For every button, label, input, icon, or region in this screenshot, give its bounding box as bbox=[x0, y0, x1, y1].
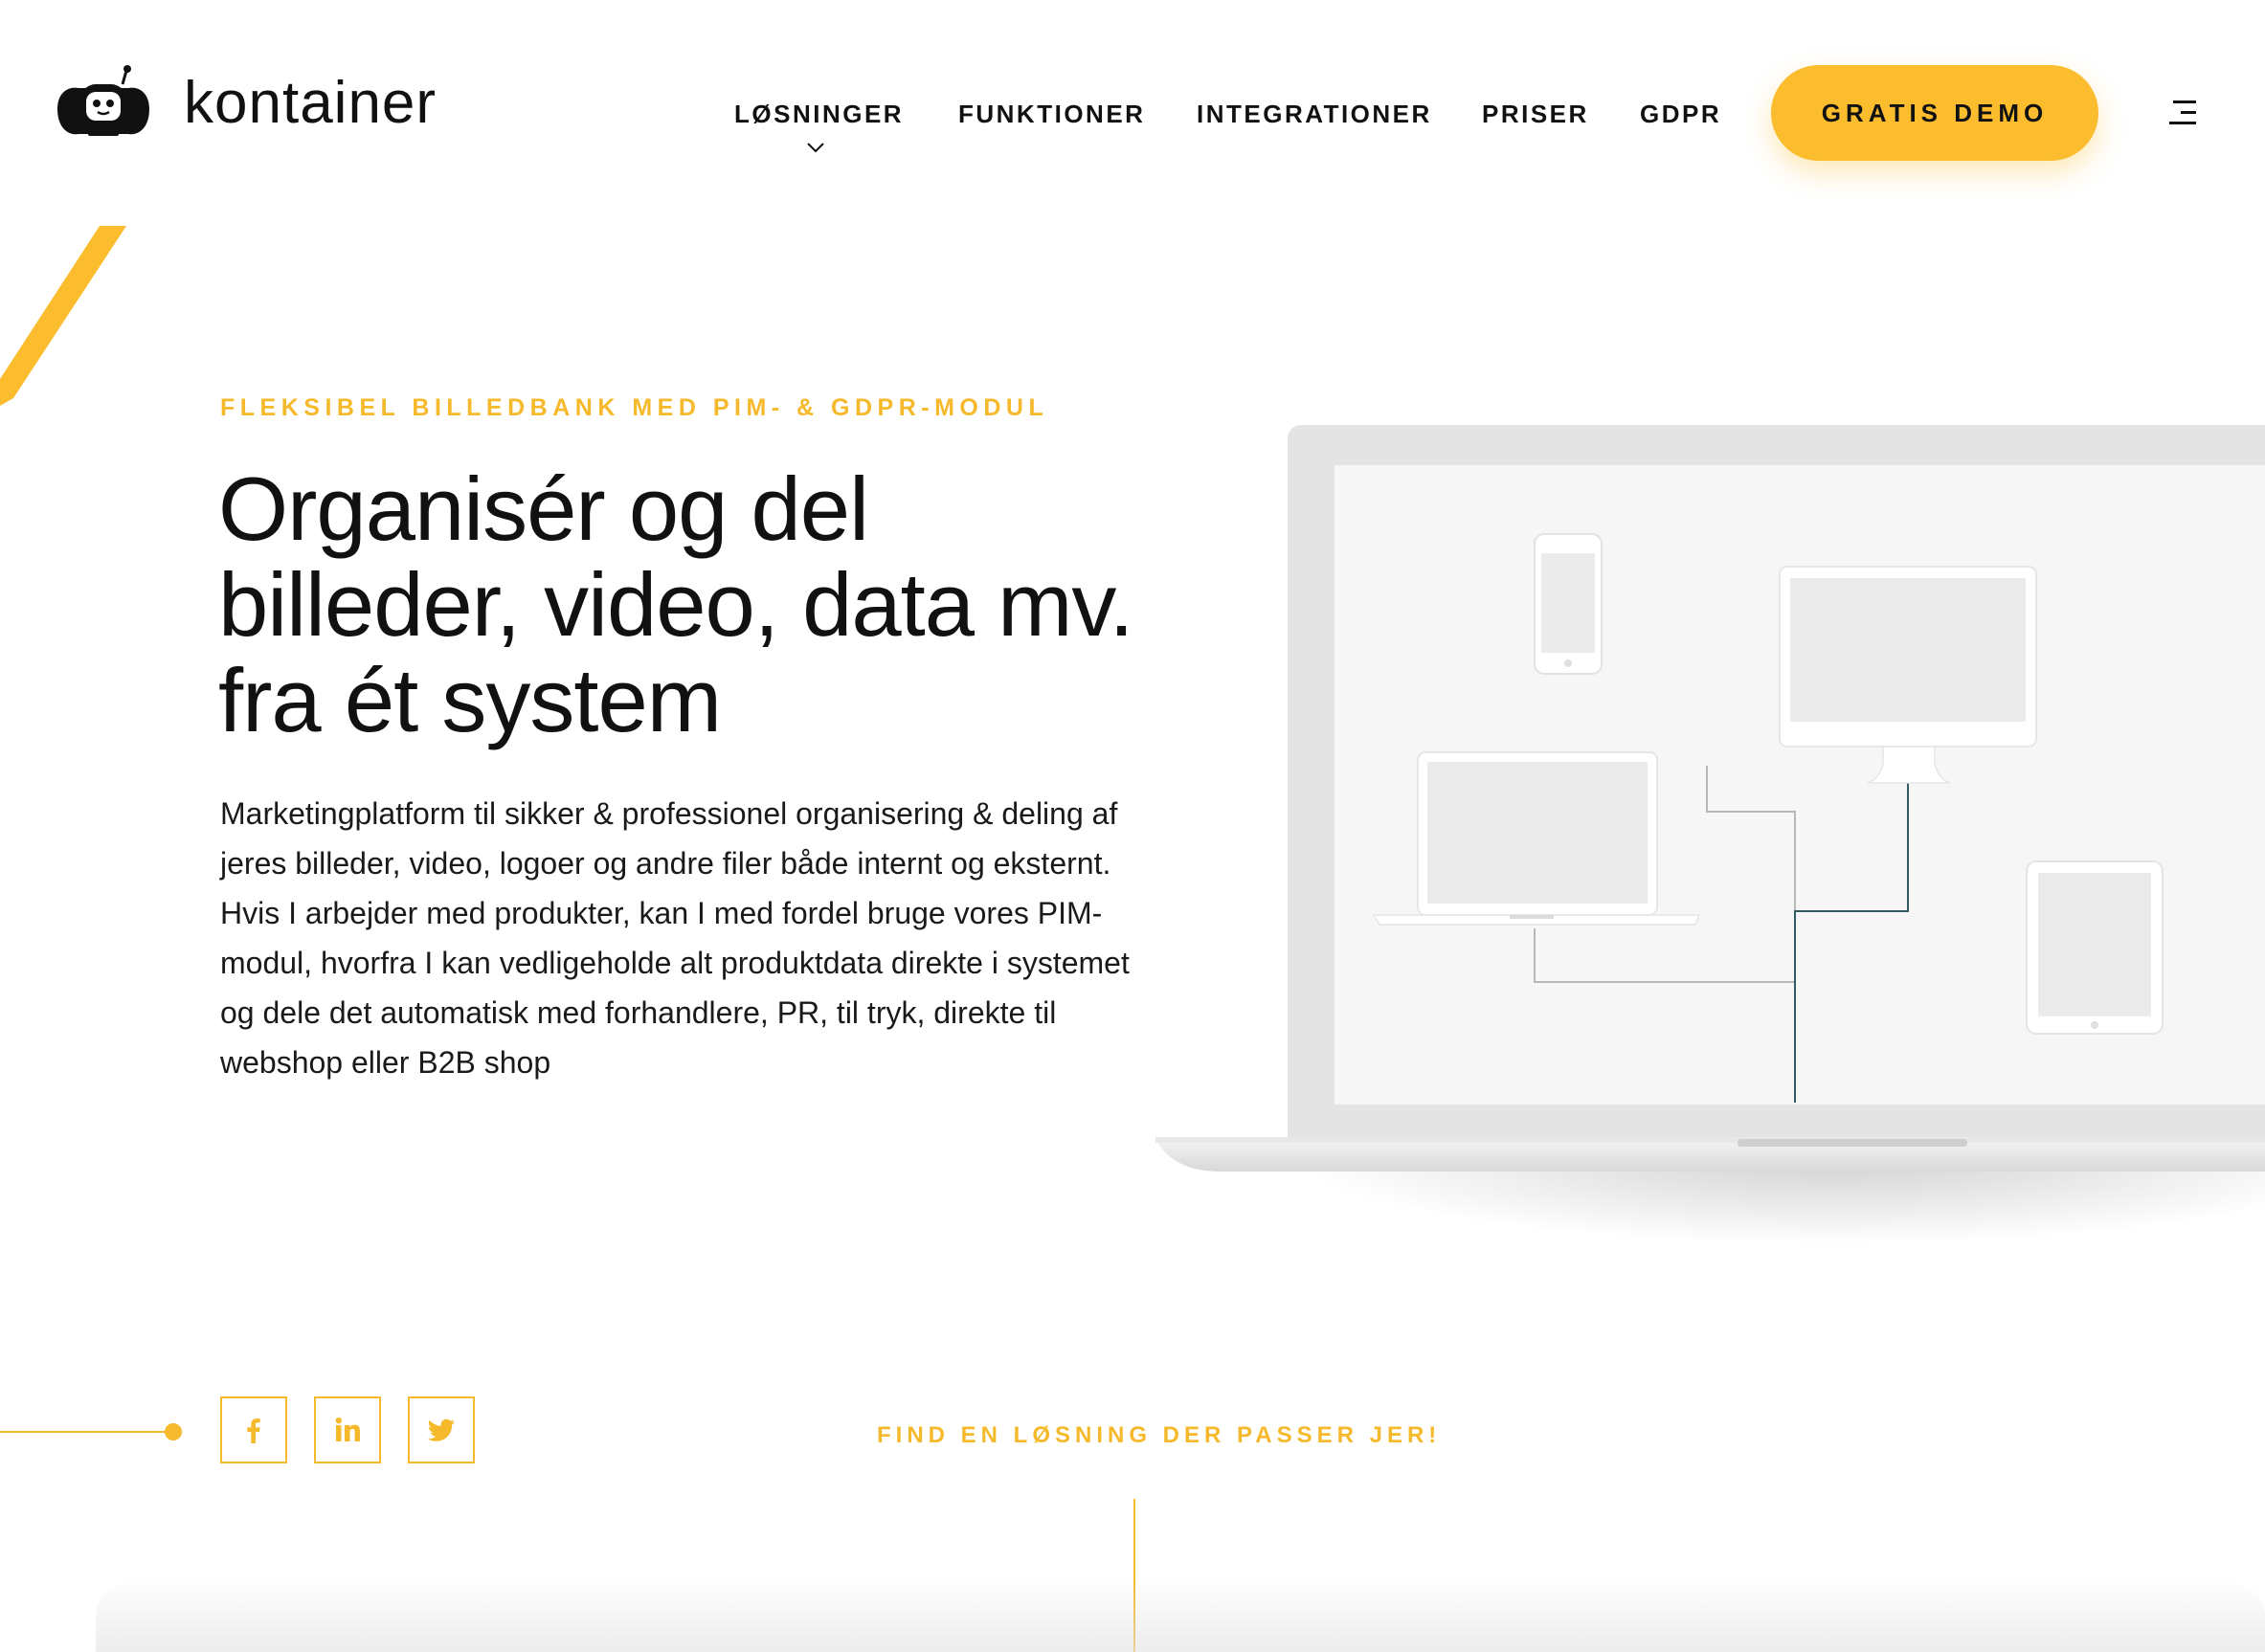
robot-logo-icon bbox=[57, 65, 149, 136]
hamburger-menu-icon[interactable] bbox=[2167, 98, 2196, 126]
facebook-button[interactable] bbox=[220, 1396, 287, 1463]
headline-line-1: Organisér og del bbox=[218, 458, 869, 559]
nav-item-losninger[interactable]: LØSNINGER bbox=[734, 100, 904, 129]
chevron-down-icon[interactable] bbox=[806, 142, 825, 153]
hero-body-paragraph-2: Hvis I arbejder med produkter, kan I med… bbox=[220, 896, 1130, 1080]
gratis-demo-button[interactable]: GRATIS DEMO bbox=[1771, 65, 2098, 161]
nav-item-gdpr[interactable]: GDPR bbox=[1640, 100, 1721, 129]
nav-item-priser[interactable]: PRISER bbox=[1482, 100, 1589, 129]
linkedin-icon bbox=[335, 1418, 360, 1441]
twitter-button[interactable] bbox=[408, 1396, 475, 1463]
headline-line-2: billeder, video, data mv. bbox=[218, 554, 1134, 655]
nav-item-funktioner[interactable]: FUNKTIONER bbox=[958, 100, 1145, 129]
brand-logo[interactable]: kontainer bbox=[56, 63, 437, 144]
hero-eyebrow: FLEKSIBEL BILLEDBANK MED PIM- & GDPR-MOD… bbox=[220, 394, 1049, 421]
hero-body-paragraph-1: Marketingplatform til sikker & professio… bbox=[220, 796, 1118, 881]
social-connector-line bbox=[0, 1431, 168, 1433]
social-connector-dot bbox=[165, 1423, 182, 1440]
hero-headline: Organisér og del billeder, video, data m… bbox=[218, 461, 1156, 748]
brand-name: kontainer bbox=[184, 70, 437, 136]
linkedin-button[interactable] bbox=[314, 1396, 381, 1463]
next-section-edge bbox=[96, 1579, 2265, 1652]
decorative-stripe bbox=[0, 226, 126, 406]
nav-item-integrationer[interactable]: INTEGRATIONER bbox=[1197, 100, 1432, 129]
twitter-icon bbox=[427, 1418, 455, 1441]
headline-line-3: fra ét system bbox=[218, 650, 722, 750]
laptop-illustration bbox=[1155, 425, 2265, 1244]
hero-body: Marketingplatform til sikker & professio… bbox=[220, 789, 1139, 1087]
find-solution-link[interactable]: FIND EN LØSNING DER PASSER JER! bbox=[877, 1422, 1441, 1449]
facebook-icon bbox=[247, 1418, 260, 1443]
